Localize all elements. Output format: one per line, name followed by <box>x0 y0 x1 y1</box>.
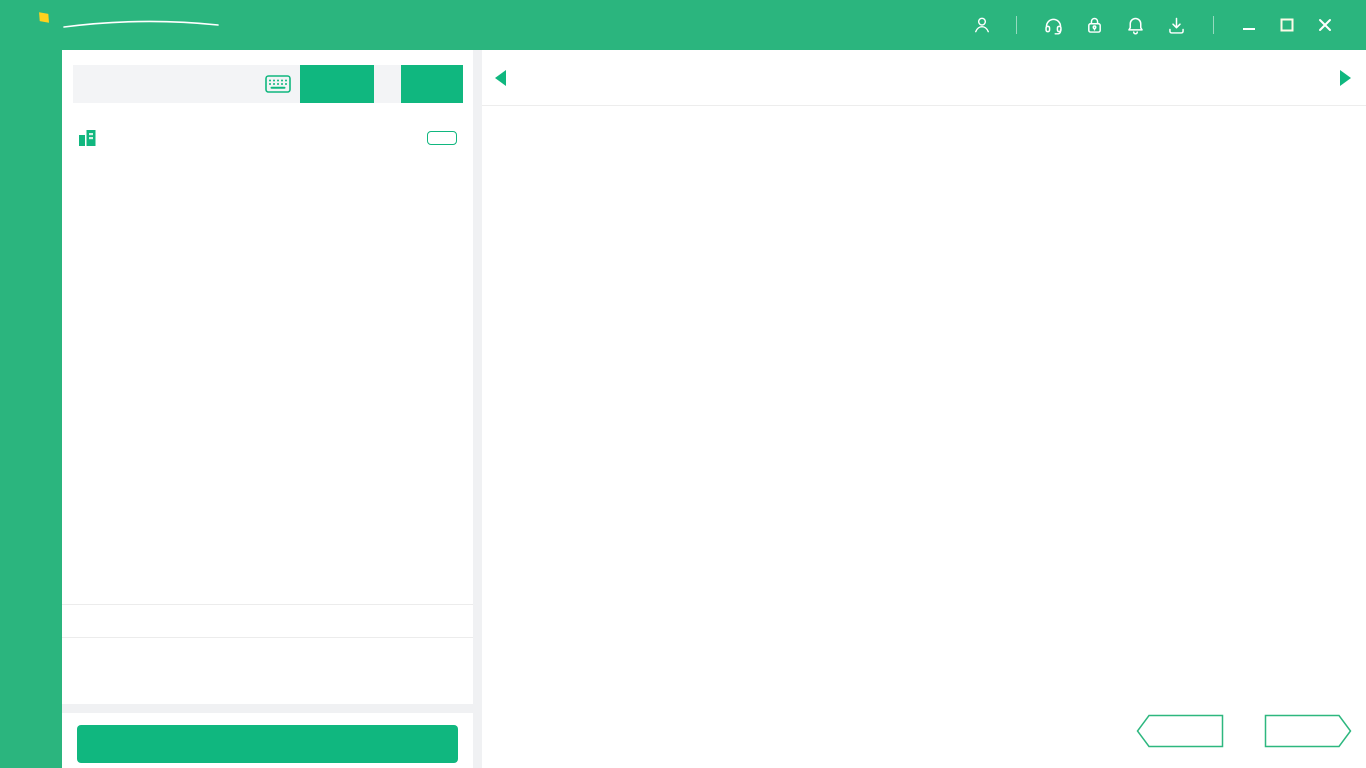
order-summary <box>62 638 473 704</box>
keyboard-icon[interactable] <box>265 75 291 98</box>
add-member-button[interactable] <box>401 65 463 103</box>
sidebar-nav <box>0 50 62 768</box>
pay-button[interactable] <box>77 725 458 763</box>
venue-area <box>482 50 1366 768</box>
summary-discount <box>74 677 268 693</box>
order-panel <box>62 50 473 768</box>
search-button[interactable] <box>300 65 374 103</box>
card-search-section <box>73 65 463 103</box>
promo-row[interactable] <box>62 604 473 638</box>
headset-icon[interactable] <box>1043 15 1064 36</box>
bottom-bar <box>482 700 1366 768</box>
current-user[interactable] <box>972 15 1000 35</box>
next-page-button[interactable] <box>1264 714 1352 748</box>
slogan <box>61 16 221 34</box>
venue-grid <box>482 106 1366 700</box>
scroll-left-icon[interactable] <box>494 69 507 87</box>
top-bar <box>0 0 1366 50</box>
close-button[interactable] <box>1317 17 1333 33</box>
user-icon <box>972 15 992 35</box>
panel-divider <box>473 50 482 768</box>
divider <box>62 704 473 713</box>
maximize-button[interactable] <box>1279 17 1295 33</box>
scroll-right-icon[interactable] <box>1339 69 1352 87</box>
prev-page-button[interactable] <box>1136 714 1224 748</box>
add-product-button[interactable] <box>427 131 457 145</box>
summary-points <box>268 651 462 667</box>
summary-total <box>268 677 462 693</box>
divider <box>1213 16 1214 34</box>
slogan-underline <box>61 20 221 29</box>
category-bar <box>482 50 1366 106</box>
lock-icon[interactable] <box>1084 15 1105 36</box>
building-icon <box>78 128 97 147</box>
minimize-button[interactable] <box>1241 17 1257 33</box>
pagination <box>1136 714 1352 748</box>
current-order-info <box>62 103 473 160</box>
divider <box>1016 16 1017 34</box>
bell-icon[interactable] <box>1125 15 1146 36</box>
download-icon[interactable] <box>1166 15 1187 36</box>
summary-qty <box>74 651 268 667</box>
